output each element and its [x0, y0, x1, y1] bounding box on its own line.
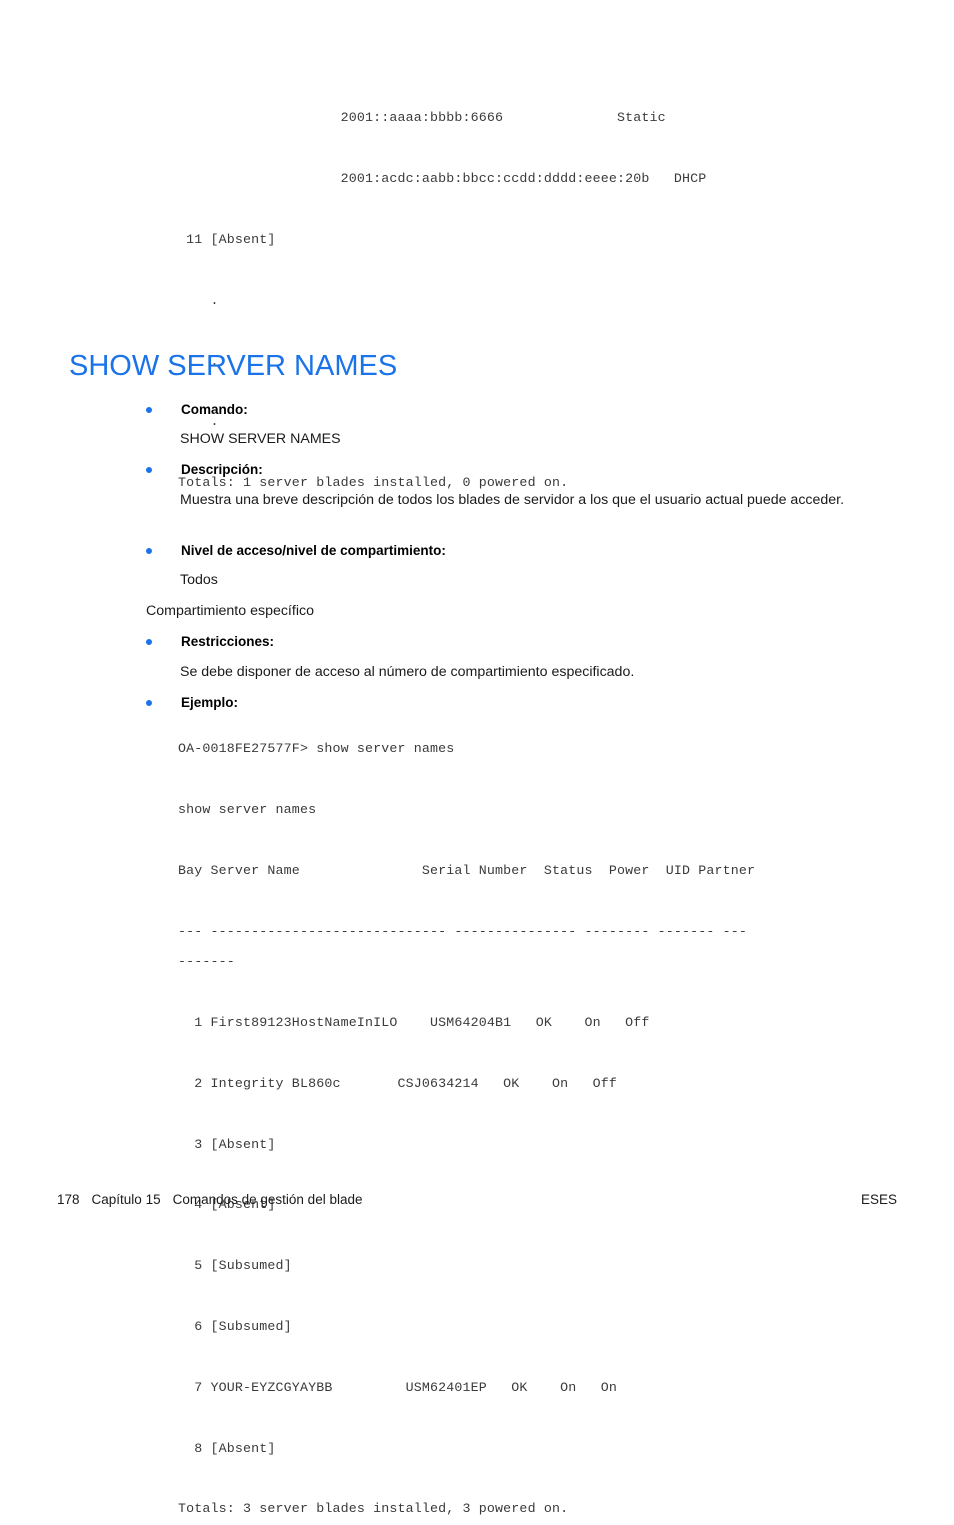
body-descripcion: Muestra una breve descripción de todos l… [180, 492, 845, 508]
bullet-item-descripcion: Descripción: [146, 461, 263, 479]
bullet-label-comando: Comando: [181, 402, 248, 417]
standalone-paragraph: Compartimiento específico [146, 603, 314, 619]
body-restricciones: Se debe disponer de acceso al número de … [180, 664, 635, 680]
body-comando: SHOW SERVER NAMES [180, 431, 341, 447]
bullet-dot-icon [146, 467, 152, 473]
footer-locale-code: ESES [860, 1192, 897, 1207]
footer-chapter: Capítulo 15 [91, 1192, 161, 1207]
bullet-label-descripcion: Descripción: [181, 462, 263, 477]
page-footer: 178 Capítulo 15 Comandos de gestión del … [57, 1192, 897, 1207]
bullet-item-comando: Comando: [146, 401, 248, 419]
bullet-item-restricciones: Restricciones: [146, 633, 274, 651]
footer-left-group: 178 Capítulo 15 Comandos de gestión del … [57, 1192, 362, 1207]
footer-chapter-title: Comandos de gestión del blade [172, 1192, 363, 1207]
bullet-dot-icon [146, 700, 152, 706]
document-page: 2001::aaaa:bbbb:6666 Static 2001:acdc:aa… [0, 0, 954, 1516]
bullet-dot-icon [146, 639, 152, 645]
bullet-label-nivel-acceso: Nivel de acceso/nivel de compartimiento: [181, 543, 446, 558]
bullet-dot-icon [146, 407, 152, 413]
bullet-label-restricciones: Restricciones: [181, 634, 275, 649]
bullet-dot-icon [146, 548, 152, 554]
page-title: SHOW SERVER NAMES [69, 350, 398, 382]
footer-page-number: 178 [57, 1192, 80, 1207]
bullet-label-ejemplo: Ejemplo: [181, 695, 239, 710]
code-block-example-output: OA-0018FE27577F> show server names show … [178, 741, 756, 1517]
bullet-item-ejemplo: Ejemplo: [146, 694, 238, 712]
body-nivel-acceso: Todos [180, 572, 218, 588]
bullet-item-nivel-acceso: Nivel de acceso/nivel de compartimiento: [146, 542, 446, 560]
